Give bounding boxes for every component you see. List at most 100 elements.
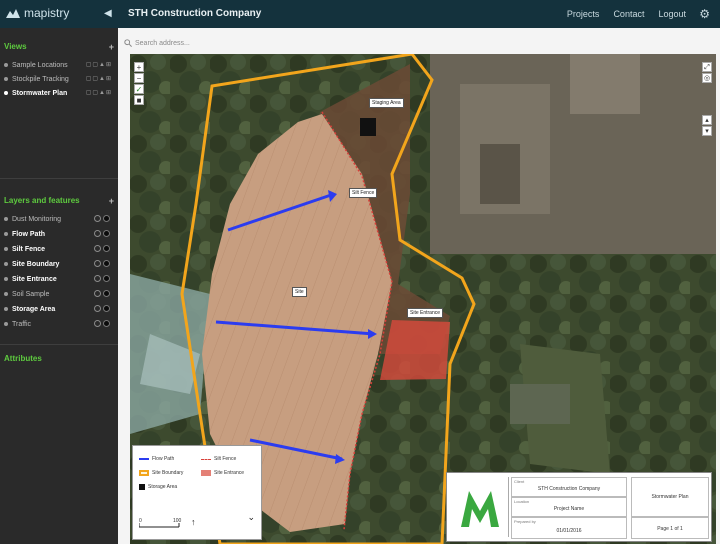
tb-location-cell: Location Project Name — [511, 497, 627, 517]
nav-logout[interactable]: Logout — [658, 9, 686, 19]
tb-company: STH Construction Company — [537, 486, 601, 492]
legend-item-flow-path: Flow Path — [139, 456, 174, 462]
layer-item-storage-area[interactable]: Storage Area — [4, 304, 116, 314]
layers-title: Layers and features — [4, 196, 80, 205]
north-arrow-icon: ↑ — [191, 517, 196, 527]
search-input[interactable]: Search address... — [135, 40, 190, 47]
bullet-icon — [4, 292, 8, 296]
layer-item-dust-monitoring[interactable]: Dust Monitoring — [4, 214, 116, 224]
tb-project: Project Name — [553, 506, 585, 512]
top-bar: mapistry ◀ STH Construction Company Proj… — [0, 0, 720, 28]
bullet-icon — [4, 307, 8, 311]
tb-page: Page 1 of 1 — [657, 526, 683, 532]
brand-logo[interactable]: mapistry — [6, 6, 69, 20]
fullscreen-icon[interactable]: ⤢ — [702, 62, 712, 72]
nav-projects[interactable]: Projects — [567, 9, 600, 19]
chevron-down-icon[interactable]: ⌄ — [247, 512, 255, 523]
scale-bar: 0 100 — [139, 518, 182, 528]
layer-toggles[interactable] — [94, 245, 110, 252]
zoom-out-button[interactable]: − — [134, 73, 144, 83]
search-icon — [124, 39, 132, 47]
tb-plan-cell: Stormwater Plan — [631, 477, 709, 517]
views-header: Views + — [4, 42, 116, 54]
layer-toggles[interactable] — [94, 215, 110, 222]
building-roof — [570, 54, 640, 114]
layer-item-traffic[interactable]: Traffic — [4, 319, 116, 329]
layer-label: Storage Area — [12, 305, 56, 313]
up-icon[interactable]: ▴ — [702, 115, 712, 125]
tb-plan: Stormwater Plan — [651, 494, 689, 500]
bullet-icon — [4, 232, 8, 236]
bullet-icon — [4, 91, 8, 95]
map-legend: Flow Path Silt Fence Site Boundary Site … — [132, 445, 262, 540]
draw-icon[interactable]: ✓ — [134, 84, 144, 94]
layer-item-soil-sample[interactable]: Soil Sample — [4, 289, 116, 299]
map-label-site[interactable]: Site — [292, 287, 307, 297]
view-tools-icon[interactable]: ▢▢▲⊞ — [86, 61, 112, 68]
plus-icon[interactable]: + — [109, 42, 114, 52]
layer-label: Silt Fence — [12, 245, 46, 253]
bullet-icon — [4, 77, 8, 81]
clearing — [510, 384, 570, 424]
tb-prepared-cell: Prepared by 01/01/2016 — [511, 517, 627, 539]
map-label-staging-area[interactable]: Staging Area — [369, 98, 404, 108]
divider — [0, 344, 118, 345]
layer-toggles[interactable] — [94, 260, 110, 267]
layer-toggles[interactable] — [94, 290, 110, 297]
bullet-icon — [4, 247, 8, 251]
view-item-stormwater-plan[interactable]: Stormwater Plan ▢▢▲⊞ — [4, 88, 116, 98]
view-tools-icon[interactable]: ▢▢▲⊞ — [86, 89, 112, 96]
layer-label: Traffic — [12, 320, 32, 328]
layer-label: Site Entrance — [12, 275, 57, 283]
legend-item-site-entrance: Site Entrance — [201, 470, 244, 476]
down-icon[interactable]: ▾ — [702, 126, 712, 136]
satellite-map[interactable]: Staging Area Silt Fence Site Site Entran… — [130, 54, 716, 544]
attributes-header: Attributes — [4, 354, 116, 366]
bullet-icon — [4, 63, 8, 67]
bullet-icon — [4, 322, 8, 326]
title-block: Client STH Construction Company Location… — [446, 472, 712, 542]
bullet-icon — [4, 262, 8, 266]
layers-header: Layers and features + — [4, 196, 116, 208]
layer-stop-icon[interactable]: ■ — [134, 95, 144, 105]
scale-end: 100 — [173, 518, 182, 524]
views-title: Views — [4, 42, 27, 51]
sidebar: Views + Sample Locations ▢▢▲⊞ Stockpile … — [0, 28, 118, 544]
project-title: STH Construction Company — [128, 8, 262, 19]
view-item-stockpile-tracking[interactable]: Stockpile Tracking ▢▢▲⊞ — [4, 74, 116, 84]
layer-toggles[interactable] — [94, 230, 110, 237]
layer-label: Flow Path — [12, 230, 46, 238]
main-panel: Search address... Staging Area Silt Fenc… — [118, 28, 720, 544]
brand-name: mapistry — [24, 6, 70, 20]
divider — [0, 178, 118, 179]
attributes-title: Attributes — [4, 354, 42, 363]
zoom-in-button[interactable]: + — [134, 62, 144, 72]
right-map-controls: ⤢ ◎ ▴ ▾ — [702, 62, 712, 136]
legend-item-site-boundary: Site Boundary — [139, 470, 183, 476]
layer-toggles[interactable] — [94, 305, 110, 312]
zoom-controls: + − ✓ ■ — [134, 62, 144, 105]
bullet-icon — [4, 217, 8, 221]
locate-icon[interactable]: ◎ — [702, 73, 712, 83]
layer-item-silt-fence[interactable]: Silt Fence — [4, 244, 116, 254]
view-label: Stormwater Plan — [12, 89, 68, 97]
site-entrance-area[interactable] — [380, 320, 450, 380]
gear-icon[interactable]: ⚙ — [699, 7, 710, 21]
view-item-sample-locations[interactable]: Sample Locations ▢▢▲⊞ — [4, 60, 116, 70]
company-logo — [451, 477, 509, 537]
layer-item-flow-path[interactable]: Flow Path — [4, 229, 116, 239]
view-label: Sample Locations — [12, 61, 68, 69]
plus-icon[interactable]: + — [109, 196, 114, 206]
layer-label: Site Boundary — [12, 260, 60, 268]
layer-item-site-entrance[interactable]: Site Entrance — [4, 274, 116, 284]
map-label-site-entrance[interactable]: Site Entrance — [407, 308, 444, 318]
search-bar[interactable]: Search address... — [124, 36, 714, 50]
mountain-logo-icon — [6, 9, 20, 18]
view-tools-icon[interactable]: ▢▢▲⊞ — [86, 75, 112, 82]
layer-item-site-boundary[interactable]: Site Boundary — [4, 259, 116, 269]
layer-toggles[interactable] — [94, 275, 110, 282]
nav-contact[interactable]: Contact — [613, 9, 644, 19]
map-label-silt-fence[interactable]: Silt Fence — [349, 188, 378, 198]
chevron-left-icon[interactable]: ◀ — [104, 8, 116, 20]
layer-toggles[interactable] — [94, 320, 110, 327]
